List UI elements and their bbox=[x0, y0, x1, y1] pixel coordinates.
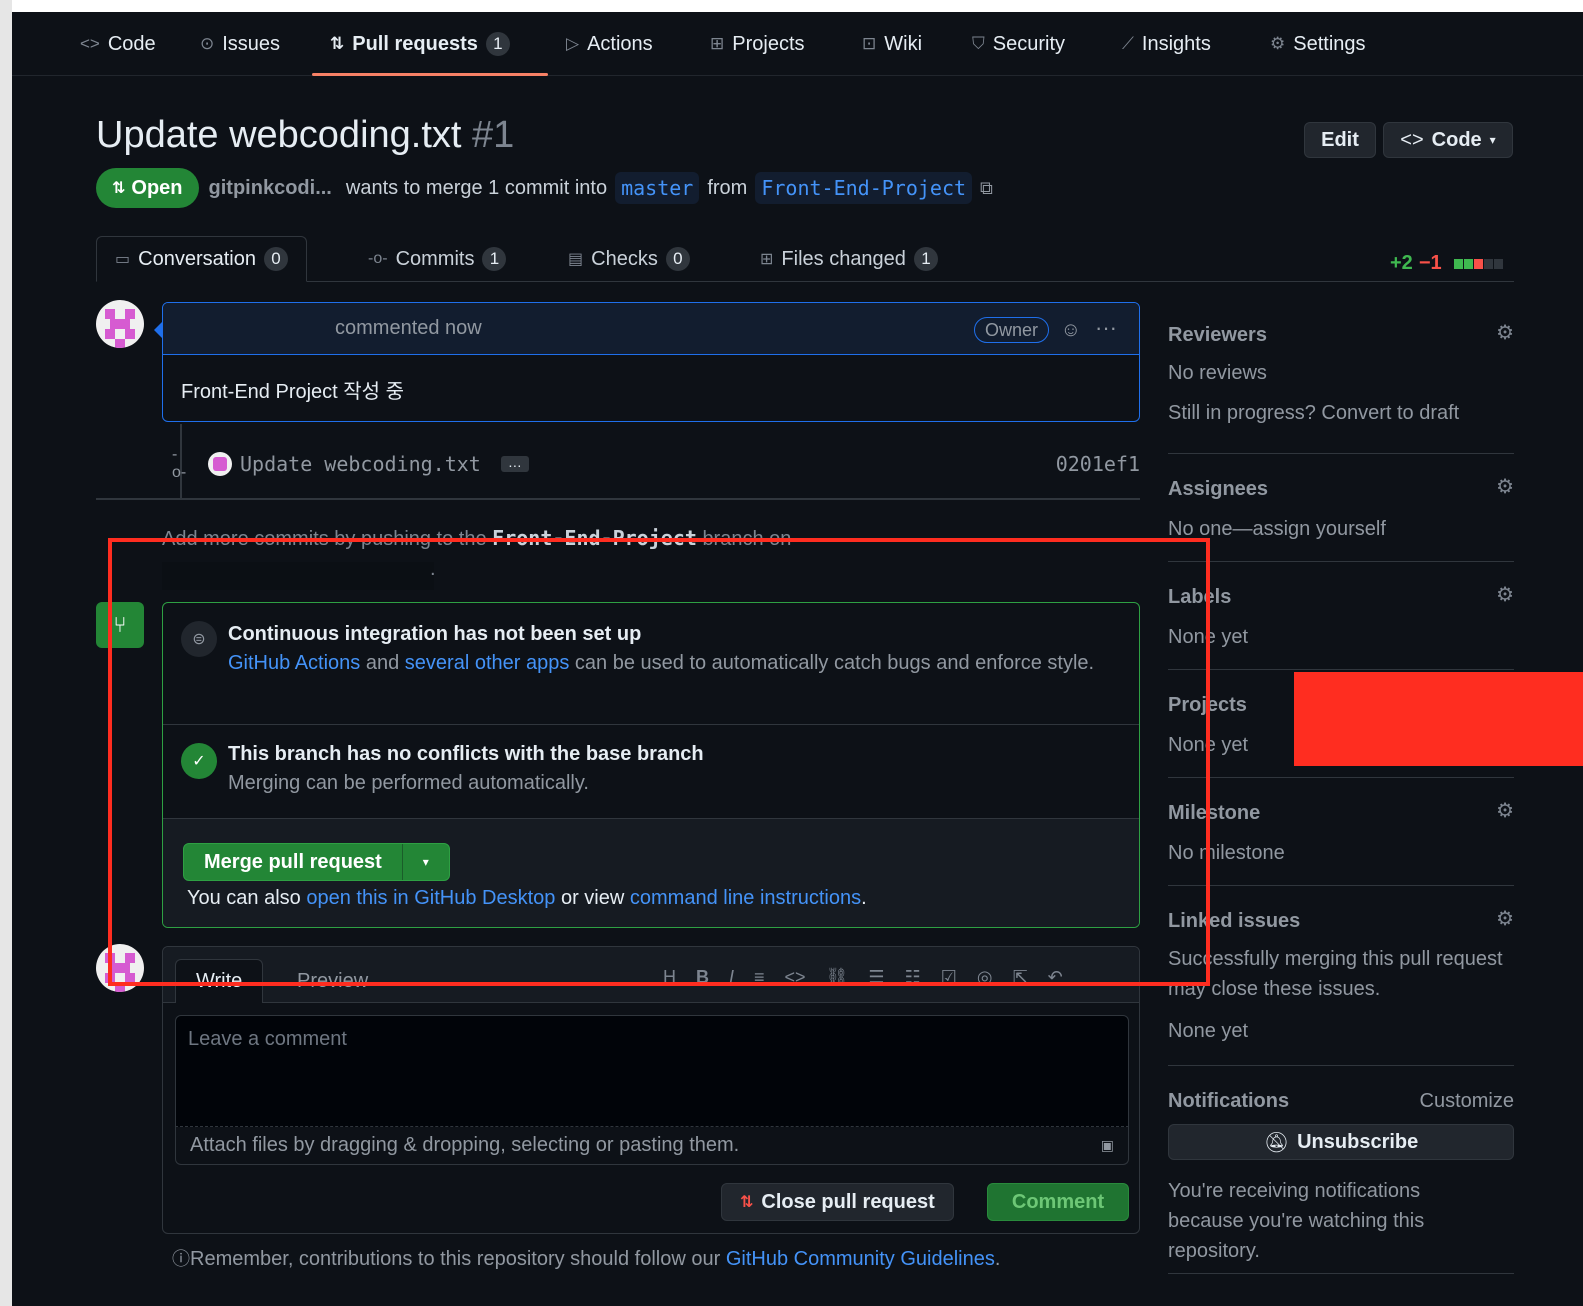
comment-body: Front-End Project 작성 중 bbox=[181, 381, 405, 403]
comment-button[interactable]: Comment bbox=[987, 1183, 1129, 1221]
checklist-icon: ▤ bbox=[568, 251, 584, 268]
diffstat: +2 −1 bbox=[1390, 252, 1503, 275]
caret-down-icon: ▾ bbox=[1489, 133, 1496, 147]
customize-link[interactable]: Customize bbox=[1420, 1086, 1514, 1116]
copy-icon[interactable]: ⧉ bbox=[980, 178, 993, 199]
commit-sha[interactable]: 0201ef1 bbox=[1056, 452, 1140, 476]
comment-time[interactable]: commented now bbox=[335, 317, 482, 340]
pull-request-icon: ⇅ bbox=[330, 34, 345, 53]
expand-commit-button[interactable]: … bbox=[500, 455, 529, 472]
close-pull-request-button[interactable]: ⇅ Close pull request bbox=[721, 1183, 954, 1221]
table-icon: ⊞ bbox=[710, 34, 725, 53]
tab-files-changed[interactable]: ⊞ Files changed 1 bbox=[760, 236, 938, 282]
avatar[interactable] bbox=[96, 300, 144, 348]
commit-avatar[interactable] bbox=[208, 452, 232, 476]
comment-editor: Write Preview H B I ≡ <> ⛓ ☰ ☷ ☑ ◎ ⇱ ↶ L… bbox=[162, 946, 1140, 1234]
gear-icon[interactable]: ⚙ bbox=[1496, 582, 1514, 607]
nav-security[interactable]: ⛉ Security bbox=[972, 12, 1065, 76]
page-title: Update webcoding.txt #1 bbox=[96, 114, 515, 156]
sidebar-milestone: Milestone ⚙ No milestone bbox=[1168, 778, 1514, 886]
nav-settings[interactable]: ⚙ Settings bbox=[1270, 12, 1366, 76]
nav-issues[interactable]: ⊙ Issues bbox=[200, 12, 280, 76]
code-dropdown-button[interactable]: <> Code ▾ bbox=[1383, 122, 1513, 158]
comment-box: commented now Owner ☺ ··· Front-End Proj… bbox=[162, 302, 1140, 422]
status-badge: ⇅ Open bbox=[96, 168, 199, 208]
tab-commits[interactable]: -o- Commits 1 bbox=[368, 236, 507, 282]
pull-request-closed-icon: ⇅ bbox=[740, 1194, 754, 1211]
sidebar-labels: Labels ⚙ None yet bbox=[1168, 562, 1514, 670]
book-icon: ⊡ bbox=[862, 34, 877, 53]
community-guidelines-link[interactable]: GitHub Community Guidelines bbox=[726, 1248, 995, 1270]
kebab-icon[interactable]: ··· bbox=[1095, 315, 1117, 341]
pr-count-badge: 1 bbox=[485, 32, 510, 56]
gear-icon[interactable]: ⚙ bbox=[1496, 798, 1514, 823]
annotation-redaction bbox=[1294, 672, 1583, 766]
author-link[interactable]: gitpinkcodi... bbox=[209, 177, 332, 200]
comment-caret bbox=[154, 322, 162, 338]
nav-wiki[interactable]: ⊡ Wiki bbox=[862, 12, 922, 76]
tab-checks[interactable]: ▤ Checks 0 bbox=[568, 236, 690, 282]
window-edge bbox=[0, 0, 12, 1306]
code-icon: <> bbox=[80, 34, 100, 53]
info-icon: ⓘ bbox=[172, 1249, 190, 1269]
attach-files-area[interactable]: Attach files by dragging & dropping, sel… bbox=[175, 1127, 1129, 1165]
comment-icon: ▭ bbox=[115, 251, 131, 268]
play-icon: ▷ bbox=[566, 34, 580, 53]
issue-icon: ⊙ bbox=[200, 34, 215, 53]
annotation-highlight-box bbox=[108, 538, 1210, 986]
repo-nav: <> Code ⊙ Issues ⇅ Pull requests 1 ▷ Actions … bbox=[12, 12, 1583, 76]
code-icon: <> bbox=[1400, 128, 1424, 151]
sidebar-notifications: Notifications Customize 🔕︎ Unsubscribe Yo… bbox=[1168, 1066, 1514, 1274]
community-guidelines-note: ⓘRemember, contributions to this reposit… bbox=[172, 1248, 1001, 1270]
gear-icon[interactable]: ⚙ bbox=[1496, 474, 1514, 499]
file-diff-icon: ⊞ bbox=[760, 251, 774, 268]
pr-meta: ⇅ Open gitpinkcodi... wants to merge 1 co… bbox=[96, 168, 993, 208]
pr-number: #1 bbox=[472, 114, 515, 156]
nav-insights[interactable]: ⟋ Insights bbox=[1122, 12, 1211, 76]
comment-header: commented now Owner ☺ ··· bbox=[163, 303, 1139, 355]
diffstat-blocks bbox=[1453, 258, 1503, 269]
sidebar-assignees: Assignees ⚙ No one—assign yourself bbox=[1168, 454, 1514, 562]
base-branch[interactable]: master bbox=[615, 172, 700, 204]
bell-slash-icon: 🔕︎ bbox=[1263, 1131, 1290, 1154]
nav-pull-requests[interactable]: ⇅ Pull requests 1 bbox=[330, 12, 510, 76]
head-branch[interactable]: Front-End-Project bbox=[755, 172, 973, 204]
nav-projects[interactable]: ⊞ Projects bbox=[710, 12, 805, 76]
pull-request-icon: ⇅ bbox=[112, 180, 126, 197]
commit-icon: -o- bbox=[368, 250, 388, 267]
timeline-separator bbox=[96, 498, 1140, 500]
markdown-icon: ▣ bbox=[1100, 1137, 1114, 1153]
tab-conversation[interactable]: ▭ Conversation 0 bbox=[96, 236, 307, 282]
active-tab-underline bbox=[312, 73, 548, 76]
gear-icon[interactable]: ⚙ bbox=[1496, 906, 1514, 931]
gear-icon[interactable]: ⚙ bbox=[1496, 320, 1514, 345]
unsubscribe-button[interactable]: 🔕︎ Unsubscribe bbox=[1168, 1124, 1514, 1160]
nav-actions[interactable]: ▷ Actions bbox=[566, 12, 653, 76]
sidebar-linked-issues: Linked issues ⚙ Successfully merging thi… bbox=[1168, 886, 1514, 1066]
smiley-icon[interactable]: ☺ bbox=[1061, 319, 1081, 342]
edit-button[interactable]: Edit bbox=[1304, 122, 1376, 158]
convert-to-draft-link[interactable]: Still in progress? Convert to draft bbox=[1168, 398, 1459, 428]
commit-row: -o- Update webcoding.txt … 0201ef1 bbox=[172, 446, 1140, 481]
gear-icon: ⚙ bbox=[1270, 34, 1286, 53]
commit-icon: -o- bbox=[172, 446, 187, 481]
owner-badge: Owner bbox=[973, 317, 1049, 343]
sidebar-reviewers: Reviewers ⚙ No reviews Still in progress… bbox=[1168, 312, 1514, 454]
nav-code[interactable]: <> Code bbox=[80, 12, 156, 76]
shield-icon: ⛉ bbox=[972, 34, 985, 53]
commit-message[interactable]: Update webcoding.txt bbox=[240, 452, 481, 476]
graph-icon: ⟋ bbox=[1122, 34, 1134, 53]
comment-input[interactable]: Leave a comment bbox=[175, 1015, 1129, 1127]
